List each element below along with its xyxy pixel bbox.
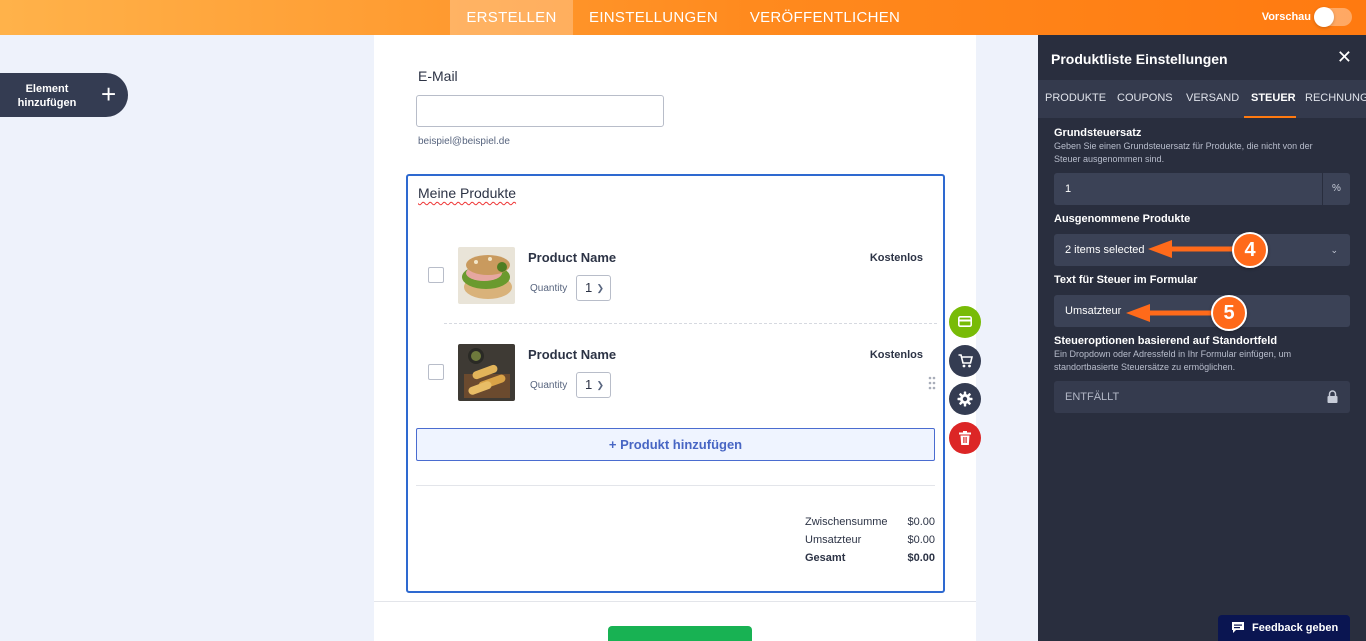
quantity-label: Quantity — [530, 380, 568, 391]
tab-rechnung[interactable]: RECHNUNG — [1305, 92, 1366, 104]
chevron-down-icon: ⌄ — [1330, 245, 1338, 255]
panel-title: Produktliste Einstellungen — [1051, 51, 1228, 67]
product-item[interactable]: Product Name Kostenlos Quantity 1 ❯ — [408, 333, 943, 403]
total-row: Gesamt $0.00 — [805, 552, 935, 564]
base-tax-label: Grundsteuersatz — [1054, 127, 1142, 139]
totals-divider — [416, 485, 935, 486]
add-element-label: Element hinzufügen — [17, 83, 77, 109]
tab-veroeffentlichen[interactable]: VERÖFFENTLICHEN — [744, 0, 906, 35]
cart-icon[interactable] — [949, 345, 981, 377]
location-tax-label: Steueroptionen basierend auf Standortfel… — [1054, 335, 1278, 347]
lock-icon — [1327, 390, 1338, 403]
product-price: Kostenlos — [869, 349, 923, 361]
tab-erstellen[interactable]: ERSTELLEN — [450, 0, 573, 35]
plus-icon: + — [101, 79, 117, 109]
excluded-products-label: Ausgenommene Produkte — [1054, 213, 1191, 225]
quantity-select[interactable]: 1 ❯ — [576, 372, 611, 398]
payment-card-icon[interactable] — [949, 306, 981, 338]
product-list-title[interactable]: Meine Produkte — [418, 185, 516, 201]
preview-label: Vorschau — [1261, 11, 1311, 23]
product-checkbox[interactable] — [428, 364, 444, 380]
product-checkbox[interactable] — [428, 267, 444, 283]
chevron-down-icon: ❯ — [596, 283, 604, 293]
product-list-widget[interactable]: Meine Produkte Product Name Kostenlos Qu… — [406, 174, 945, 593]
close-icon[interactable]: ✕ — [1337, 47, 1352, 68]
base-tax-description: Geben Sie einen Grundsteuersatz für Prod… — [1054, 141, 1313, 164]
add-product-button[interactable]: + Produkt hinzufügen — [416, 428, 935, 461]
email-field[interactable] — [416, 95, 664, 127]
product-name: Product Name — [528, 250, 617, 265]
product-price: Kostenlos — [869, 252, 923, 264]
annotation-arrow-4 — [1148, 240, 1236, 258]
totals-summary: Zwischensumme $0.00 Umsatzteur $0.00 Gesam… — [805, 513, 935, 567]
quantity-select[interactable]: 1 ❯ — [576, 275, 611, 301]
tax-text-label: Text für Steuer im Formular — [1054, 274, 1198, 286]
product-image-spring-rolls — [458, 344, 515, 401]
chevron-down-icon: ❯ — [596, 380, 604, 390]
preview-toggle[interactable] — [1314, 7, 1352, 27]
base-tax-input[interactable]: 1 % — [1054, 173, 1350, 205]
feedback-icon — [1232, 622, 1244, 633]
gear-icon[interactable] — [949, 383, 981, 415]
form-divider — [374, 601, 976, 602]
panel-tabs: PRODUKTE COUPONS VERSAND STEUER RECHNUNG — [1038, 80, 1366, 118]
add-element-button[interactable]: Element hinzufügen + — [0, 73, 128, 117]
subtotal-row: Zwischensumme $0.00 — [805, 516, 935, 528]
product-item[interactable]: Product Name Kostenlos Quantity 1 ❯ — [408, 236, 943, 306]
product-divider — [444, 323, 937, 324]
tab-produkte[interactable]: PRODUKTE — [1045, 92, 1106, 104]
product-image-sandwich — [458, 247, 515, 304]
annotation-marker-4: 4 — [1232, 232, 1268, 268]
toggle-knob — [1314, 7, 1334, 27]
submit-button[interactable] — [608, 626, 752, 641]
settings-panel: Produktliste Einstellungen ✕ PRODUKTE CO… — [1038, 35, 1366, 641]
tab-einstellungen[interactable]: EINSTELLUNGEN — [583, 0, 724, 35]
tab-coupons[interactable]: COUPONS — [1117, 92, 1173, 104]
trash-icon[interactable] — [949, 422, 981, 454]
percent-suffix: % — [1322, 173, 1350, 205]
tab-steuer[interactable]: STEUER — [1251, 92, 1296, 104]
form-canvas: E-Mail beispiel@beispiel.de Meine Produk… — [374, 35, 976, 641]
annotation-marker-5: 5 — [1211, 295, 1247, 331]
quantity-label: Quantity — [530, 283, 568, 294]
feedback-button[interactable]: Feedback geben — [1218, 615, 1350, 641]
email-label: E-Mail — [418, 68, 458, 84]
annotation-arrow-5 — [1126, 304, 1214, 322]
active-tab-indicator — [1244, 116, 1296, 118]
tax-row: Umsatzteur $0.00 — [805, 534, 935, 546]
top-navigation-bar: ERSTELLEN EINSTELLUNGEN VERÖFFENTLICHEN … — [0, 0, 1366, 35]
product-name: Product Name — [528, 347, 617, 362]
tab-versand[interactable]: VERSAND — [1186, 92, 1239, 104]
email-hint: beispiel@beispiel.de — [418, 136, 510, 147]
drag-handle-icon[interactable] — [928, 376, 936, 390]
location-tax-field: ENTFÄLLT — [1054, 381, 1350, 413]
location-tax-description: Ein Dropdown oder Adressfeld in Ihr Form… — [1054, 349, 1292, 372]
